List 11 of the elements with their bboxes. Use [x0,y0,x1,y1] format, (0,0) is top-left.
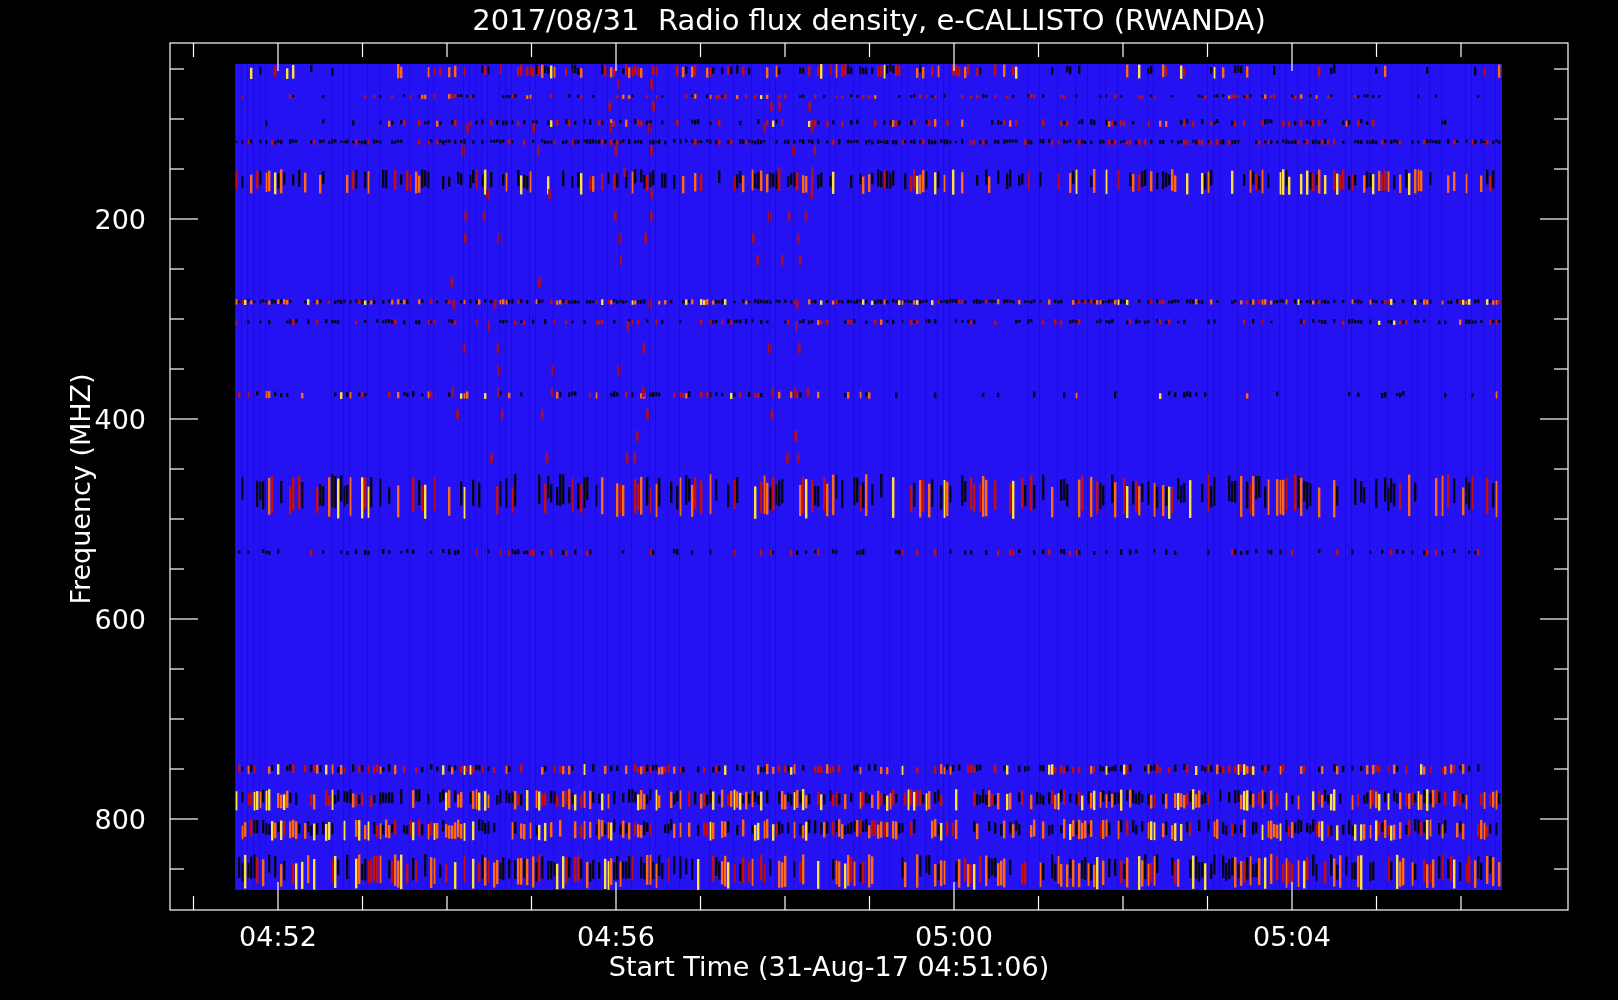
axis-tick-label: 800 [94,804,146,835]
axis-tick-label: 200 [94,204,146,235]
axis-tick-label: 400 [94,404,146,435]
axis-tick-label: 04:56 [577,921,655,952]
axis-tick-label: 600 [94,604,146,635]
axis-title: Start Time (31-Aug-17 04:51:06) [608,951,1050,982]
axis-title: Frequency (MHZ) [65,373,96,605]
axis-tick-label: 05:04 [1253,921,1331,952]
axis-tick-label: 05:00 [915,921,993,952]
plot-title: 2017/08/31 Radio flux density, e-CALLISTO (RWANDA) [472,3,1266,37]
axis-tick-label: 04:52 [239,921,317,952]
